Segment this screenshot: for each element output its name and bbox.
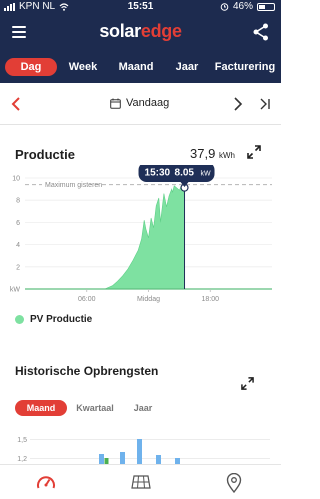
chevron-left-icon[interactable] [10, 96, 22, 112]
history-title: Historische Opbrengsten [15, 364, 159, 378]
solaredge-logo: solaredge [0, 21, 281, 42]
battery-icon [257, 2, 275, 11]
skip-to-end-icon[interactable] [258, 96, 272, 112]
legend-label: PV Productie [30, 314, 93, 325]
expand-icon[interactable] [247, 145, 261, 159]
alarm-icon [220, 3, 229, 11]
production-total: 37,9 kWh [190, 146, 235, 161]
status-right: 46% [220, 1, 275, 12]
history-tick-label: 1,2 [17, 456, 27, 463]
tooltip-unit: kW [201, 171, 212, 178]
history-tick-label: 1,5 [17, 437, 27, 444]
production-title: Productie [15, 147, 75, 162]
history-bar[interactable] [137, 439, 142, 464]
history-tab-jaar[interactable]: Jaar [128, 400, 158, 416]
expand-icon[interactable] [241, 377, 254, 390]
divider [0, 124, 281, 125]
history-chart-svg[interactable]: 1,5 1,2 [0, 430, 281, 464]
production-total-unit: kWh [218, 151, 235, 160]
y-tick-label: 8 [16, 198, 20, 205]
production-chart[interactable]: 10 8 6 4 2 kW Maximum gisteren 06:00 Middag 18:00… [0, 162, 281, 305]
y-tick-label: 4 [16, 242, 20, 249]
status-bar: KPN NL 15:51 46% [0, 0, 281, 14]
x-tick-label: Middag [137, 296, 160, 303]
tab-jaar[interactable]: Jaar [170, 58, 204, 76]
history-chart[interactable]: 1,5 1,2 [0, 430, 281, 464]
history-bar[interactable] [120, 452, 125, 464]
chart-legend[interactable]: PV Productie [15, 314, 92, 325]
chevron-right-icon[interactable] [232, 96, 244, 112]
solar-panel-icon[interactable] [131, 473, 151, 491]
y-tick-label: 6 [16, 220, 20, 227]
calendar-icon [110, 98, 121, 109]
legend-swatch [15, 315, 24, 324]
history-bar[interactable] [156, 455, 161, 464]
tab-facturering[interactable]: Facturering [212, 58, 278, 76]
y-unit-label: kW [10, 287, 21, 294]
bottom-nav [0, 464, 281, 499]
x-tick-label: 06:00 [78, 296, 96, 303]
dashboard-gauge-icon[interactable] [36, 473, 56, 491]
tab-dag[interactable]: Dag [5, 58, 57, 76]
battery-percent: 46% [232, 1, 253, 12]
logo-text-edge: edge [140, 21, 182, 41]
period-tab-bar: Dag Week Maand Jaar Facturering [0, 50, 281, 83]
x-tick-label: 18:00 [201, 296, 219, 303]
reference-line-label: Maximum gisteren [45, 182, 102, 189]
tab-week[interactable]: Week [62, 58, 104, 76]
tooltip-time: 15:30 [145, 168, 171, 179]
location-pin-icon[interactable] [226, 473, 242, 493]
history-bar[interactable] [99, 454, 104, 464]
history-tab-maand[interactable]: Maand [15, 400, 67, 416]
tooltip-value: 8.05 [175, 168, 195, 179]
date-selector[interactable]: Vandaag [110, 97, 169, 109]
history-tab-kwartaal[interactable]: Kwartaal [70, 400, 120, 416]
production-chart-svg[interactable]: 10 8 6 4 2 kW Maximum gisteren 06:00 Middag 18:00… [0, 162, 281, 305]
logo-text-solar: solar [99, 21, 141, 41]
date-navigator: Vandaag [0, 90, 281, 120]
date-label: Vandaag [126, 97, 170, 109]
share-icon[interactable] [253, 23, 269, 41]
production-total-value: 37,9 [190, 146, 216, 161]
y-tick-label: 10 [12, 176, 20, 183]
y-tick-label: 2 [16, 264, 20, 271]
tab-maand[interactable]: Maand [112, 58, 160, 76]
app-header: solaredge [0, 14, 281, 50]
